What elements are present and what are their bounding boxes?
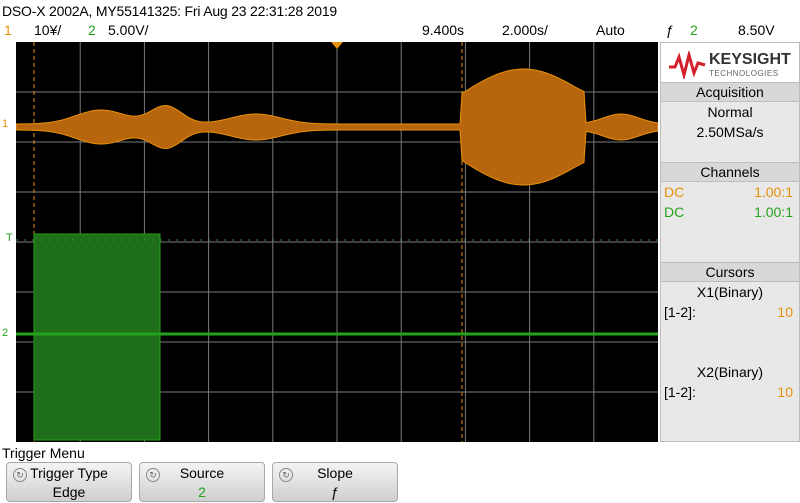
ch1-ground-marker[interactable]: 1 xyxy=(2,118,8,130)
trigger-position-marker xyxy=(331,42,343,49)
acquisition-header: Acquisition xyxy=(661,83,799,102)
channel-1-row: DC 1.00:1 xyxy=(661,182,799,202)
softkey-value: ƒ xyxy=(331,484,339,500)
cursors-header: Cursors xyxy=(661,263,799,282)
x1-label: X1(Binary) xyxy=(696,284,764,300)
brand-name: KEYSIGHT xyxy=(709,51,791,68)
ch2-coupling: DC xyxy=(664,204,685,220)
time-scale[interactable]: 2.000s/ xyxy=(502,22,548,38)
acquisition-mode: Normal xyxy=(707,104,753,120)
x2-label: X2(Binary) xyxy=(696,364,764,380)
x1-row: [1-2]: 10 xyxy=(661,302,799,322)
x2-row: [1-2]: 10 xyxy=(661,382,799,402)
channels-box[interactable]: Channels DC 1.00:1 DC 1.00:1 xyxy=(660,162,800,264)
softkey-label: Slope xyxy=(317,465,353,481)
channel-2-row: DC 1.00:1 xyxy=(661,202,799,222)
cursor-spacer xyxy=(661,322,799,362)
softkey-trigger-type[interactable]: ↻ Trigger Type Edge xyxy=(6,462,132,502)
ch2-ground-marker[interactable]: 2 xyxy=(2,327,8,339)
x1-value: 10 xyxy=(777,304,793,320)
softkey-value: 2 xyxy=(198,484,206,500)
keysight-wave-icon xyxy=(669,51,706,79)
trigger-source[interactable]: 2 xyxy=(690,22,698,38)
time-position[interactable]: 9.400s xyxy=(422,22,464,38)
x1-key: [1-2]: xyxy=(664,304,696,320)
trigger-slope-icon: ƒ xyxy=(666,22,674,38)
acquisition-rate: 2.50MSa/s xyxy=(696,124,764,140)
waveform-svg xyxy=(16,42,658,442)
x2-key: [1-2]: xyxy=(664,384,696,400)
softkey-value: Edge xyxy=(52,484,86,500)
ch2-probe-ratio: 1.00:1 xyxy=(754,204,793,220)
ch2-number[interactable]: 2 xyxy=(88,22,96,38)
softkey-label: Source xyxy=(179,465,225,481)
waveform-display[interactable] xyxy=(16,42,658,442)
instrument-title: DSO-X 2002A, MY55141325: Fri Aug 23 22:3… xyxy=(2,3,337,19)
ch2-burst xyxy=(33,233,161,441)
ch2-scale[interactable]: 5.00V/ xyxy=(108,22,148,38)
x2-value: 10 xyxy=(777,384,793,400)
ch1-scale[interactable]: 10¥/ xyxy=(34,22,61,38)
scale-readout-row: 1 10¥/ 2 5.00V/ 9.400s 2.000s/ Auto ƒ 2 … xyxy=(0,22,800,40)
trigger-mode[interactable]: Auto xyxy=(596,22,625,38)
softkey-slope[interactable]: ↻ Slope ƒ xyxy=(272,462,398,502)
side-panel: KEYSIGHT TECHNOLOGIES Acquisition Normal… xyxy=(660,42,800,442)
ch1-number[interactable]: 1 xyxy=(4,22,12,38)
ch1-probe-ratio: 1.00:1 xyxy=(754,184,793,200)
ch1-coupling: DC xyxy=(664,184,685,200)
brand-subtitle: TECHNOLOGIES xyxy=(709,69,779,78)
softkey-label: Trigger Type xyxy=(30,465,108,481)
trigger-level[interactable]: 8.50V xyxy=(738,22,775,38)
menu-title: Trigger Menu xyxy=(2,445,85,461)
acquisition-box[interactable]: Acquisition Normal 2.50MSa/s xyxy=(660,82,800,164)
cursors-box[interactable]: Cursors X1(Binary) [1-2]: 10 X2(Binary) … xyxy=(660,262,800,442)
softkey-source[interactable]: ↻ Source 2 xyxy=(139,462,265,502)
status-bar: DSO-X 2002A, MY55141325: Fri Aug 23 22:3… xyxy=(0,0,800,42)
trigger-level-marker[interactable]: T xyxy=(6,232,13,244)
channels-header: Channels xyxy=(661,163,799,182)
